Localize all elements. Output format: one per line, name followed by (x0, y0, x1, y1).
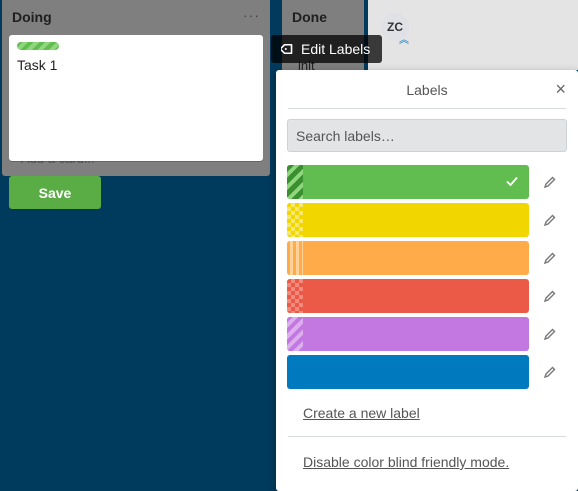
colorblind-toggle-link[interactable]: Disable color blind friendly mode. (303, 454, 509, 470)
label-purple[interactable] (287, 317, 529, 351)
colorblind-pattern (287, 165, 303, 199)
chevron-down-icon: ︽ (399, 35, 409, 46)
pencil-icon[interactable] (543, 213, 557, 227)
list-title[interactable]: Doing (12, 9, 52, 25)
label-green[interactable] (287, 165, 529, 199)
card-label-green (17, 42, 59, 50)
close-icon[interactable]: × (555, 79, 566, 100)
edit-labels-button[interactable]: Edit Labels (271, 35, 383, 63)
create-label-link[interactable]: Create a new label (303, 405, 420, 421)
pencil-icon[interactable] (543, 365, 557, 379)
colorblind-pattern (287, 241, 303, 275)
colorblind-pattern (287, 317, 303, 351)
popover-title: Labels (406, 82, 448, 98)
list-title[interactable]: Done (292, 9, 327, 25)
label-yellow[interactable] (287, 203, 529, 237)
label-orange[interactable] (287, 241, 529, 275)
tag-icon (281, 43, 293, 55)
card-title[interactable]: Task 1 (17, 57, 57, 73)
card-editor[interactable]: Task 1 (9, 35, 263, 161)
save-button[interactable]: Save (9, 176, 101, 209)
label-red[interactable] (287, 279, 529, 313)
pencil-icon[interactable] (543, 289, 557, 303)
colorblind-pattern (287, 203, 303, 237)
pencil-icon[interactable] (543, 251, 557, 265)
divider (288, 436, 566, 437)
colorblind-pattern (287, 279, 303, 313)
divider (288, 108, 566, 109)
pencil-icon[interactable] (543, 175, 557, 189)
check-icon (506, 176, 518, 187)
pencil-icon[interactable] (543, 327, 557, 341)
search-labels-input[interactable] (287, 119, 567, 152)
edit-labels-label: Edit Labels (301, 41, 371, 57)
list-menu-icon[interactable]: ··· (243, 7, 260, 23)
label-blue[interactable] (287, 355, 529, 389)
labels-popover: Labels × Create a new label Disabl (276, 70, 578, 491)
